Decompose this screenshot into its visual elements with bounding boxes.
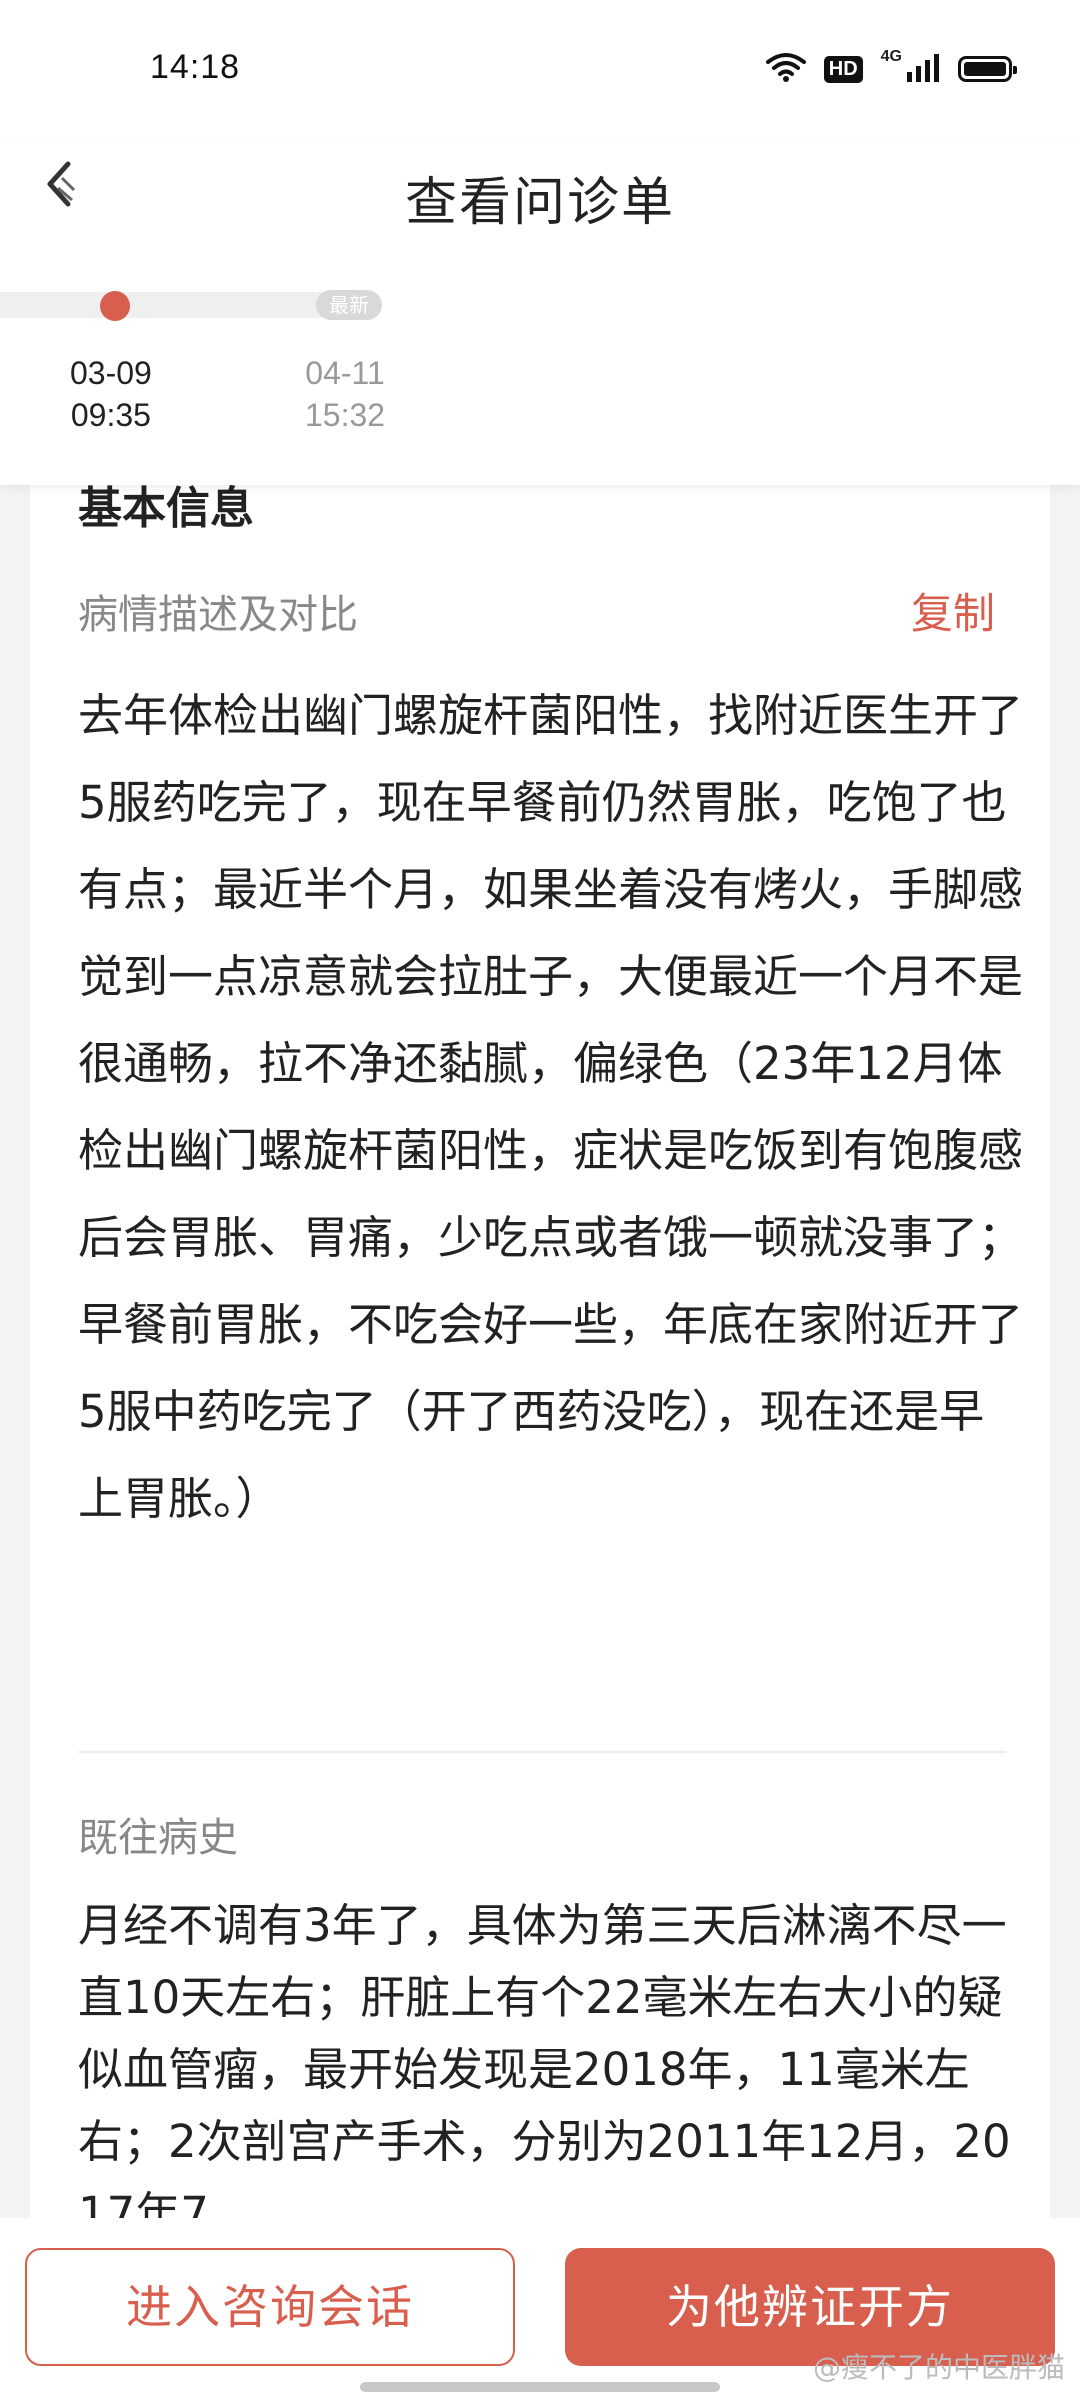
visit-date: 03-09 [70,355,152,391]
timeline-selected-dot[interactable] [100,291,130,321]
battery-icon [958,56,1017,82]
divider [78,1751,1006,1753]
visit-item-0309[interactable]: 03-09 09:35 [70,352,152,436]
network-type-label: 4G [880,48,902,65]
watermark: @瘦不了的中医胖猫 [812,2351,1065,2384]
enter-consultation-button[interactable]: 进入咨询会话 [25,2248,515,2366]
visit-time: 09:35 [70,397,151,433]
description-label: 病情描述及对比 [78,591,358,638]
bottom-action-bar: 进入咨询会话 为他辨证开方 @瘦不了的中医胖猫 [0,2218,1080,2400]
hd-icon: HD [823,55,863,83]
page-title: 查看问诊单 [404,173,675,233]
copy-button[interactable]: 复制 [911,580,995,641]
visit-item-0411[interactable]: 04-11 15:32 [305,352,385,436]
wifi-icon [765,52,806,86]
history-text: 月经不调有3年了，具体为第三天后淋漓不尽一直10天左右；肝脏上有个22毫米左右大… [78,1899,1011,2220]
visit-date: 04-11 [305,355,385,391]
page-header: 查看问诊单 最新 03-09 09:35 04-11 15:32 [0,140,1080,485]
status-bar: 14:18 HD 4G [0,0,1080,140]
signal-4g-icon [906,52,940,86]
history-label: 既往病史 [78,1815,238,1861]
home-indicator[interactable] [360,2382,720,2392]
description-header: 病情描述及对比 复制 [78,580,995,641]
description-text: 去年体检出幽门螺旋杆菌阳性，找附近医生开了5服药吃完了，现在早餐前仍然胃胀，吃饱… [78,689,1024,1525]
visit-time: 15:32 [305,397,386,433]
status-icons: HD 4G [765,48,1017,86]
consultation-card: 基本信息 病情描述及对比 复制 去年体检出幽门螺旋杆菌阳性，找附近医生开了5服药… [30,460,1050,2220]
status-time: 14:18 [150,48,241,86]
latest-badge: 最新 [316,290,382,320]
